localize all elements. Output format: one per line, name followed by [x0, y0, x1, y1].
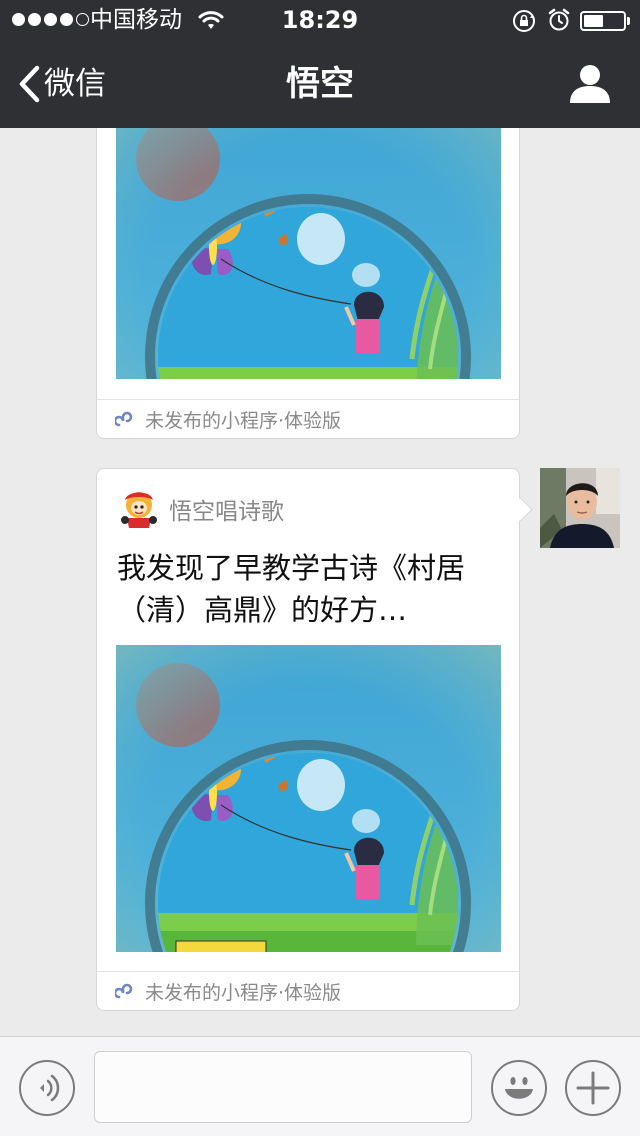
- status-time: 18:29: [281, 6, 359, 34]
- card-footer: 未发布的小程序·体验版: [97, 399, 519, 438]
- voice-icon: [40, 1074, 60, 1102]
- mini-program-card[interactable]: 悟空唱诗歌 我发现了早教学古诗《村居 （清）高鼎》的好方… 未发布的小程序·体验…: [96, 468, 533, 1011]
- navigation-bar: 微信 悟空: [0, 40, 640, 128]
- more-button[interactable]: [565, 1060, 621, 1116]
- mini-program-card[interactable]: 未发布的小程序·体验版: [96, 128, 520, 439]
- card-thumbnail-image: [116, 128, 501, 379]
- mini-program-icon: [115, 411, 133, 427]
- card-footer-label: 未发布的小程序·体验版: [145, 409, 342, 432]
- battery-icon: [580, 11, 630, 31]
- chat-title: 悟空: [286, 64, 354, 104]
- voice-button[interactable]: [19, 1060, 75, 1116]
- battery-tip: [627, 17, 630, 25]
- message-list[interactable]: 未发布的小程序·体验版 悟空唱诗歌 我发现了早教学古诗《村居 （清）高鼎》的好方…: [0, 128, 640, 1036]
- monkey-king-logo: [121, 492, 157, 528]
- card-title: 我发现了早教学古诗《村居 （清）高鼎》的好方…: [117, 551, 466, 627]
- orientation-lock-icon: [512, 9, 536, 37]
- plus-icon: [576, 1071, 610, 1105]
- card-footer-label: 未发布的小程序·体验版: [145, 981, 342, 1004]
- chat-info-button[interactable]: [568, 64, 612, 108]
- mini-program-name: 悟空唱诗歌: [169, 499, 284, 525]
- emoji-button[interactable]: [491, 1060, 547, 1116]
- bubble-tail: [508, 497, 533, 522]
- battery-fill: [584, 15, 603, 27]
- input-bar: [0, 1036, 640, 1136]
- person-icon: [570, 65, 610, 103]
- user-avatar[interactable]: [540, 468, 620, 548]
- emoji-icon: [505, 1077, 533, 1099]
- card-thumbnail-image: [116, 645, 501, 952]
- card-header: 悟空唱诗歌: [117, 489, 284, 529]
- message-input[interactable]: [94, 1051, 472, 1123]
- card-footer: 未发布的小程序·体验版: [97, 971, 519, 1010]
- alarm-icon: [548, 8, 570, 36]
- mini-program-icon: [115, 983, 133, 999]
- top-bar: 中国移动 18:29 微信 悟空: [0, 0, 640, 128]
- status-bar: 中国移动 18:29: [0, 0, 640, 40]
